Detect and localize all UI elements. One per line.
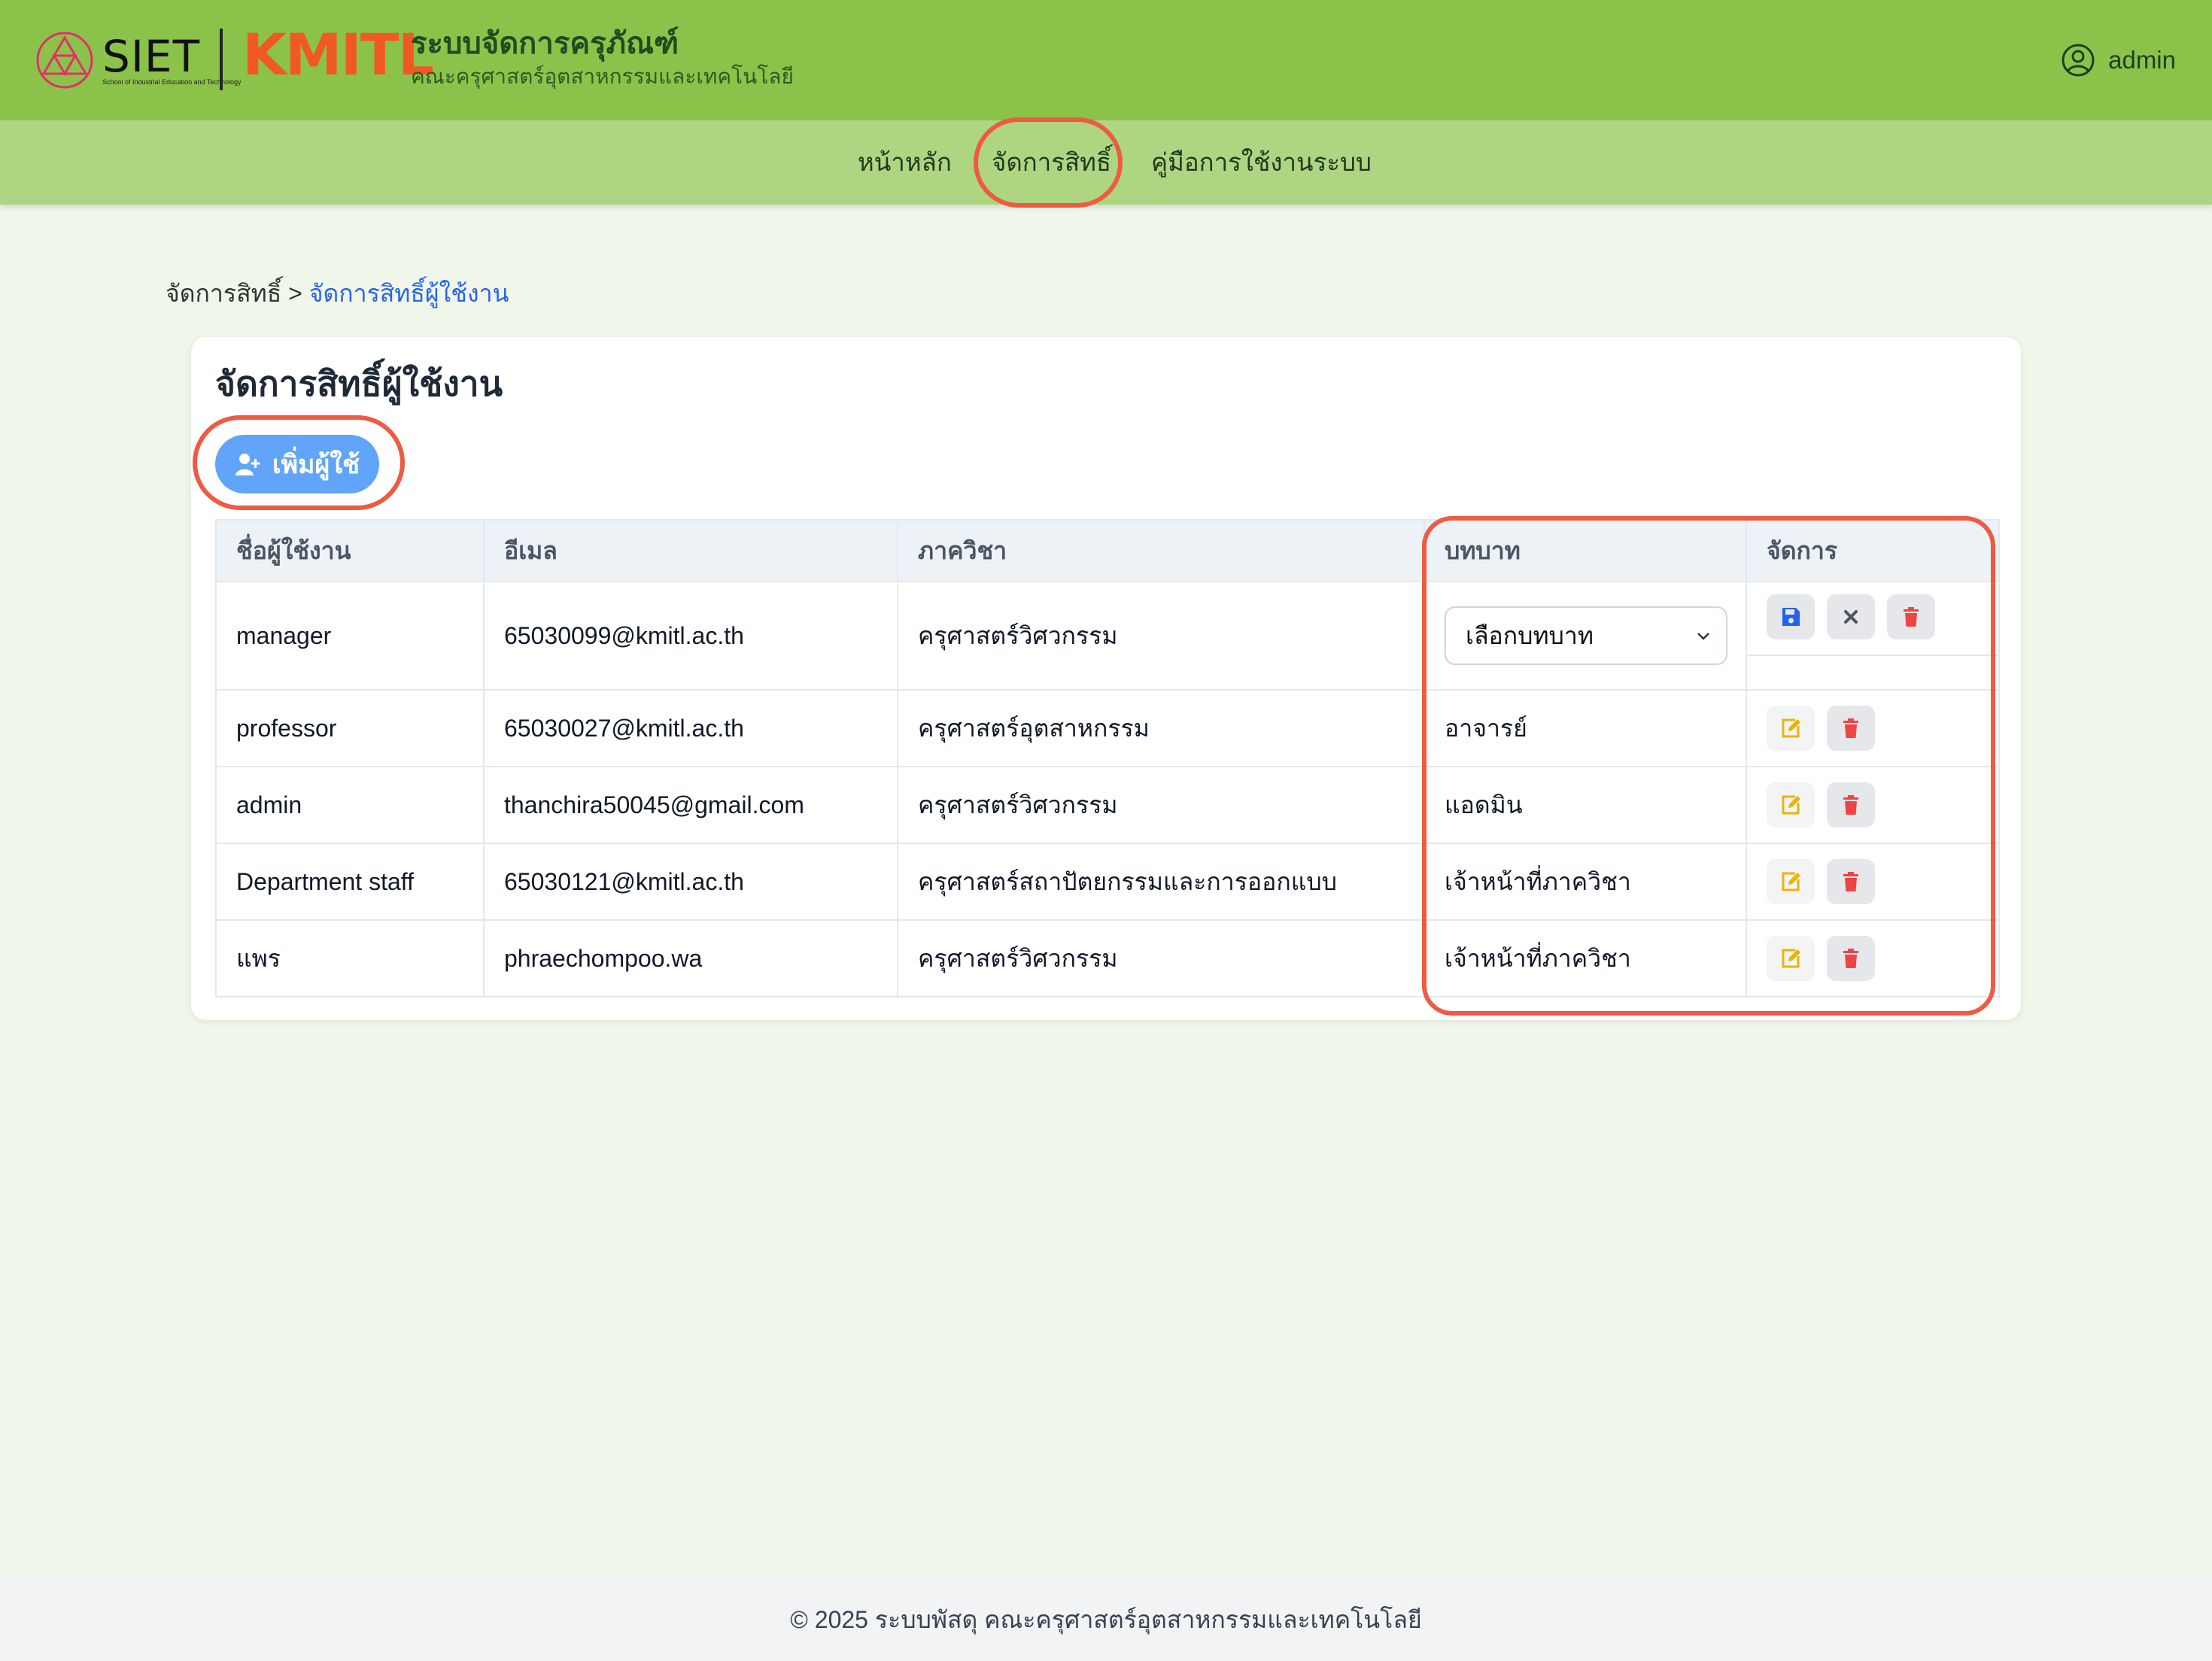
user-menu[interactable]: admin xyxy=(2060,39,2176,81)
breadcrumb-separator: > xyxy=(288,280,302,307)
nav-item-home[interactable]: หน้าหลัก xyxy=(858,143,952,182)
column-header-email: อีเมล xyxy=(483,519,898,582)
cell-email: 65030121@kmitl.ac.th xyxy=(483,843,898,921)
cell-email: 65030027@kmitl.ac.th xyxy=(483,689,898,767)
username-label: admin xyxy=(2108,46,2176,74)
cell-username: professor xyxy=(215,689,485,767)
app-title-block: ระบบจัดการครุภัณฑ์ คณะครุศาสตร์อุตสาหกรร… xyxy=(411,26,794,90)
cell-department: ครุศาสตร์สถาปัตยกรรมและการออกแบบ xyxy=(897,843,1425,921)
column-header-department: ภาควิชา xyxy=(897,519,1425,582)
breadcrumb-parent[interactable]: จัดการสิทธิ์ xyxy=(166,280,281,307)
logo-divider xyxy=(220,29,223,90)
cell-department: ครุศาสตร์วิศวกรรม xyxy=(897,581,1425,691)
annotation-highlight-add xyxy=(193,415,405,510)
cell-department: ครุศาสตร์อุตสาหกรรม xyxy=(897,689,1425,767)
breadcrumb: จัดการสิทธิ์ > จัดการสิทธิ์ผู้ใช้งาน xyxy=(166,277,509,310)
cell-email: phraechompoo.wa xyxy=(483,919,898,998)
cell-username: แพร xyxy=(215,919,485,998)
app-subtitle: คณะครุศาสตร์อุตสาหกรรมและเทคโนโลยี xyxy=(411,65,794,88)
top-header: SIET School of Industrial Education and … xyxy=(0,0,2212,120)
column-header-username: ชื่อผู้ใช้งาน xyxy=(215,519,485,582)
app-title: ระบบจัดการครุภัณฑ์ xyxy=(411,27,679,60)
cell-department: ครุศาสตร์วิศวกรรม xyxy=(897,766,1425,844)
annotation-highlight-nav xyxy=(974,117,1123,208)
user-circle-icon xyxy=(2062,44,2095,77)
kmitl-logo: KMITL xyxy=(242,21,434,88)
cell-username: manager xyxy=(215,581,485,691)
footer: © 2025 ระบบพัสดุ คณะครุศาสตร์อุตสาหกรรมแ… xyxy=(0,1578,2212,1661)
nav-item-manual[interactable]: คู่มือการใช้งานระบบ xyxy=(1151,143,1372,182)
cell-email: thanchira50045@gmail.com xyxy=(483,766,898,844)
cell-username: Department staff xyxy=(215,843,485,921)
annotation-highlight-role-actions xyxy=(1422,516,1995,1016)
cell-email: 65030099@kmitl.ac.th xyxy=(483,581,898,691)
cell-username: admin xyxy=(215,766,485,844)
siet-logo: SIET School of Industrial Education and … xyxy=(35,26,241,95)
siet-triangle-icon xyxy=(36,32,93,89)
breadcrumb-current[interactable]: จัดการสิทธิ์ผู้ใช้งาน xyxy=(309,280,509,307)
footer-text: © 2025 ระบบพัสดุ คณะครุศาสตร์อุตสาหกรรมแ… xyxy=(790,1605,1422,1633)
page-title: จัดการสิทธิ์ผู้ใช้งาน xyxy=(215,364,503,403)
cell-department: ครุศาสตร์วิศวกรรม xyxy=(897,919,1425,998)
